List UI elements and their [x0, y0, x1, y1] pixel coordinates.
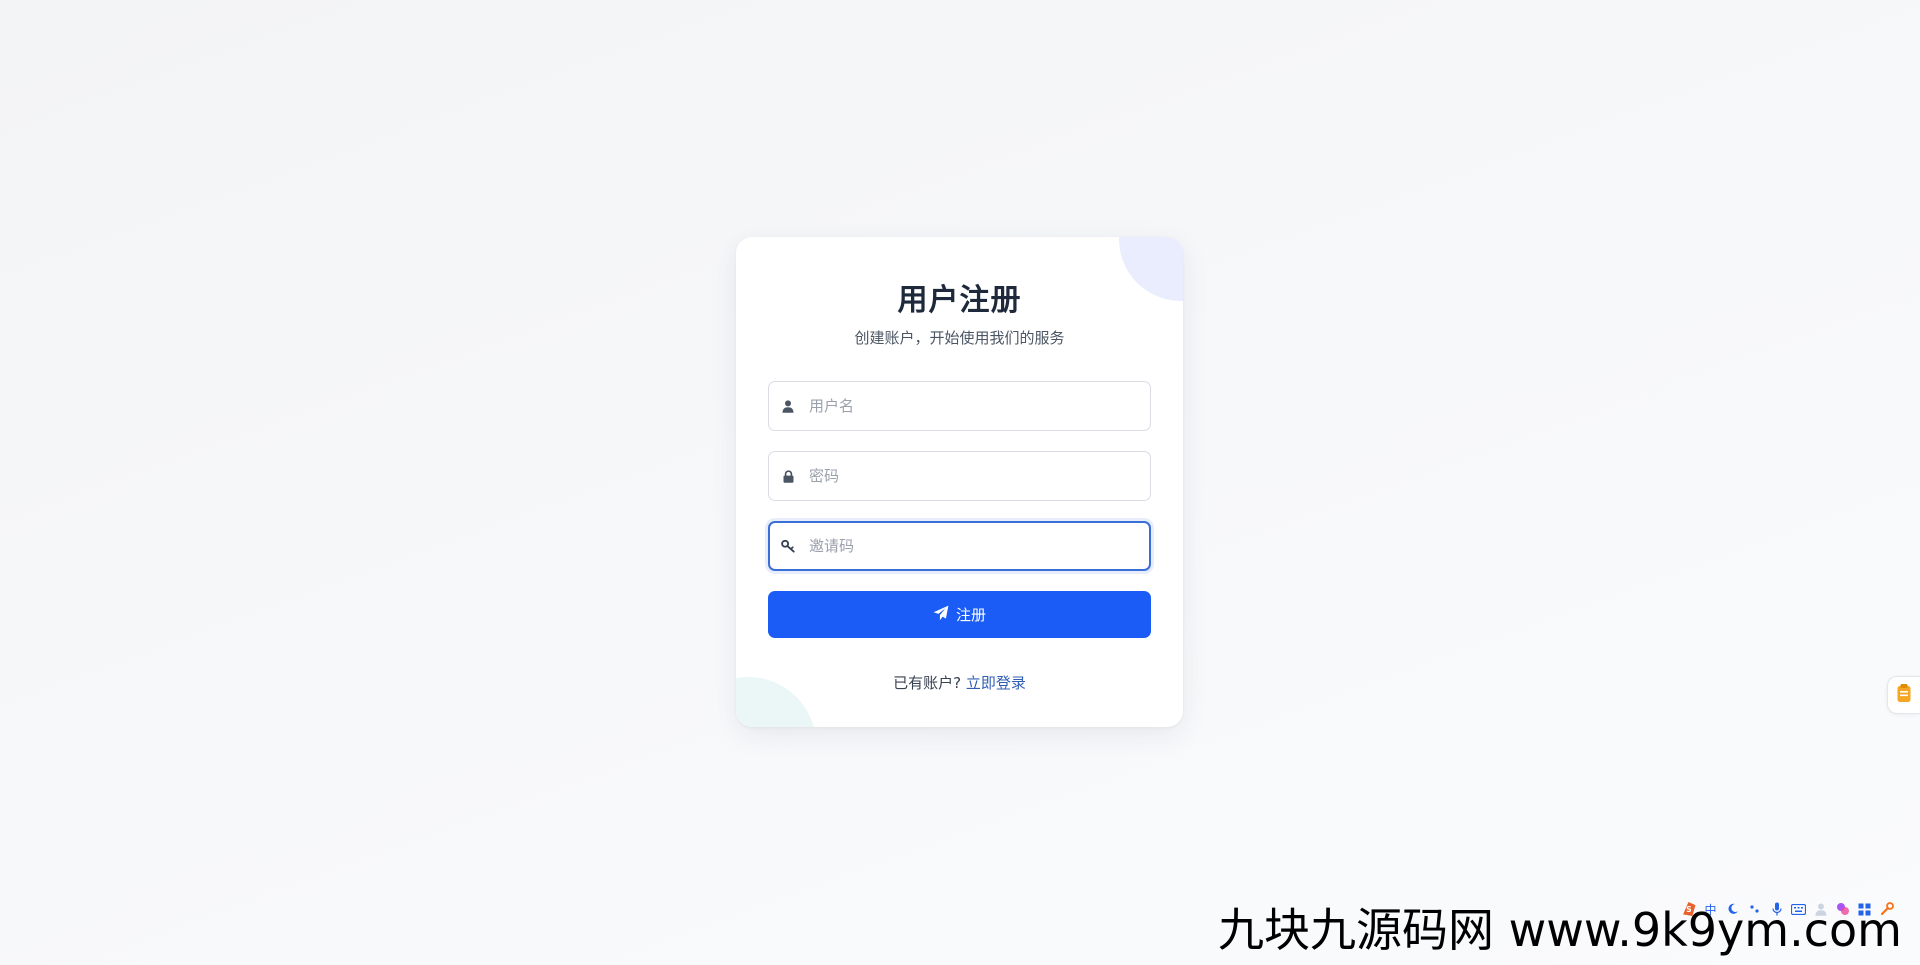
side-floating-widget[interactable]	[1887, 676, 1920, 714]
clipboard-icon	[1896, 683, 1912, 707]
site-watermark: 九块九源码网 www.9k9ym.com	[1218, 903, 1902, 957]
register-card: 用户注册 创建账户，开始使用我们的服务 用户名 邀请码 注册 已有账户? 立即登…	[736, 237, 1183, 727]
register-button[interactable]: 注册	[768, 591, 1151, 638]
invite-code-field[interactable]	[768, 521, 1151, 571]
register-button-label: 注册	[955, 606, 986, 624]
invite-code-input[interactable]	[809, 523, 1139, 569]
login-prompt-row: 已有账户? 立即登录	[736, 672, 1183, 693]
password-input[interactable]	[809, 452, 1140, 500]
user-icon	[781, 399, 795, 413]
login-link[interactable]: 立即登录	[966, 674, 1026, 692]
lock-icon	[781, 469, 795, 483]
paper-plane-icon	[933, 605, 949, 625]
username-field[interactable]	[768, 381, 1151, 431]
page-subtitle: 创建账户，开始使用我们的服务	[854, 329, 1065, 347]
page-title: 用户注册	[897, 283, 1022, 318]
username-input[interactable]	[809, 382, 1140, 430]
login-prompt-text: 已有账户?	[893, 674, 962, 692]
key-icon	[781, 539, 795, 553]
password-field[interactable]	[768, 451, 1151, 501]
